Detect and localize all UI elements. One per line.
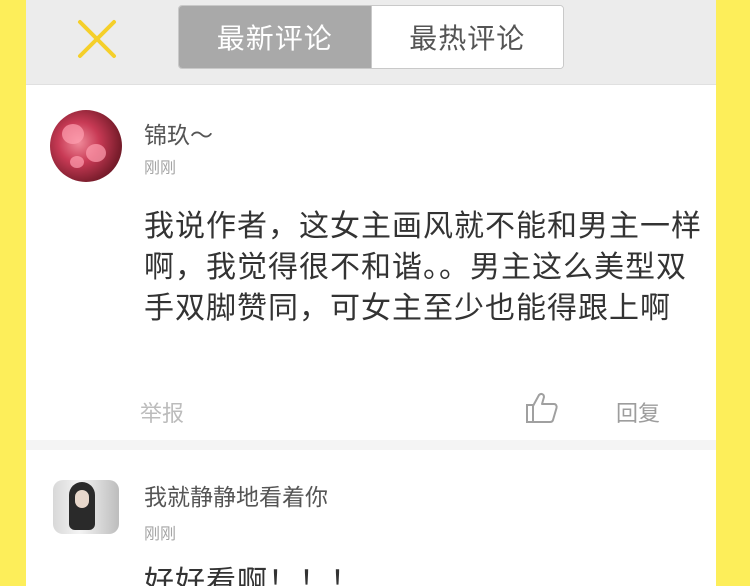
avatar[interactable] (53, 480, 119, 534)
reply-button[interactable]: 回复 (616, 396, 660, 428)
comment-actions: 举报 回复 (26, 390, 716, 430)
comment-text: 好好看啊！！！ (144, 565, 361, 586)
close-button[interactable] (70, 12, 124, 66)
username[interactable]: 锦玖～ (144, 116, 213, 150)
tab-hot-comments[interactable]: 最热评论 (370, 6, 563, 68)
top-bar: 最新评论 最热评论 (26, 0, 716, 85)
comments-panel: 最新评论 最热评论 锦玖～ 刚刚 我说作者，这女主画风就不能和男主一样啊，我觉得… (26, 0, 716, 586)
tab-latest-comments[interactable]: 最新评论 (179, 6, 371, 68)
thumbs-up-icon (526, 392, 558, 423)
comment-item: 我就静静地看着你 刚刚 好好看啊！！！ (26, 440, 716, 586)
comment-sort-tabs: 最新评论 最热评论 (178, 5, 564, 69)
like-button[interactable] (524, 392, 564, 426)
comment-time: 刚刚 (144, 158, 177, 177)
avatar[interactable] (50, 110, 122, 182)
comment-text: 我说作者，这女主画风就不能和男主一样啊，我觉得很不和谐。。男主这么美型双手双脚赞… (144, 209, 702, 326)
comment-item: 锦玖～ 刚刚 我说作者，这女主画风就不能和男主一样啊，我觉得很不和谐。。男主这么… (26, 84, 716, 440)
report-button[interactable]: 举报 (140, 396, 184, 428)
close-icon (78, 20, 116, 58)
comment-time: 刚刚 (144, 524, 177, 543)
username[interactable]: 我就静静地看着你 (144, 478, 328, 512)
